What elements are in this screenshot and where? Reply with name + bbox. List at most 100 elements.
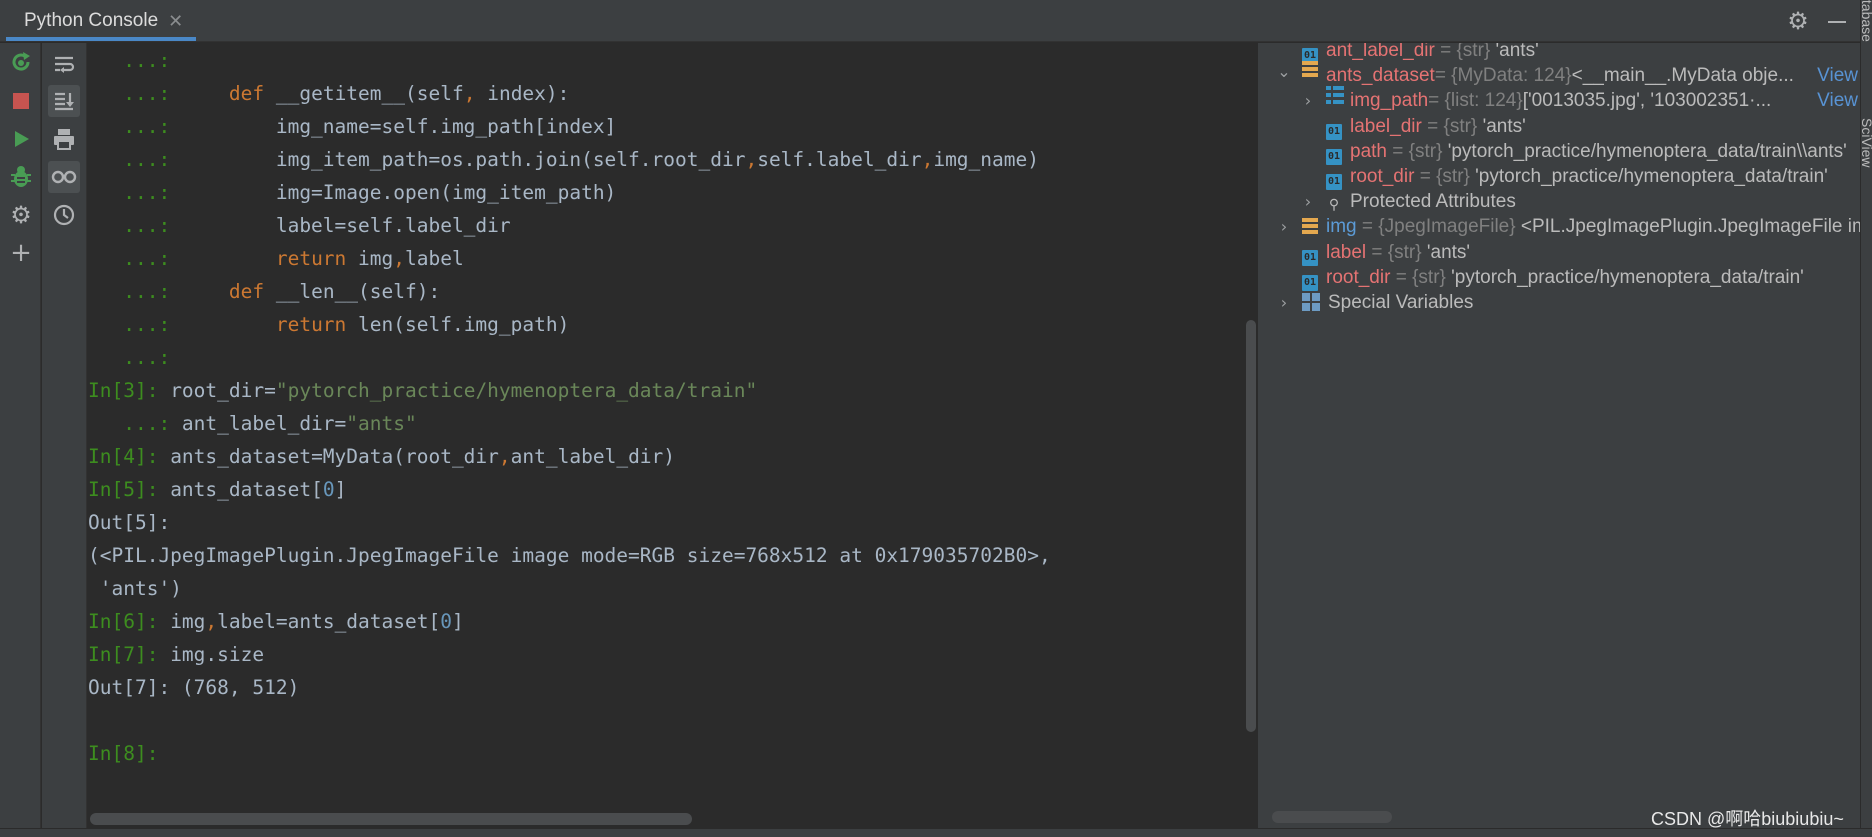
console-output-line: 'ants') — [88, 572, 182, 605]
code-token: ant_label_dir) — [510, 445, 676, 468]
code-token: , — [205, 610, 218, 633]
variable-type: = {JpegImageFile} — [1356, 216, 1521, 238]
console-prompt: In[8]: — [88, 742, 171, 765]
console-input-line: In[6]: img,label=ants_dataset[0] — [88, 605, 464, 638]
code-token: len(self.img_path) — [346, 313, 570, 336]
console-output-line: Out[7]: (768, 512) — [88, 671, 299, 704]
console-output-line: Out[5]: — [88, 506, 182, 539]
settings-icon[interactable]: ⚙ — [5, 199, 37, 231]
print-icon[interactable] — [48, 123, 80, 155]
variables-panel: 01 ant_label_dir = {str} 'ants' ⌄ ants_data… — [1270, 43, 1860, 828]
code-token: index): — [475, 82, 570, 105]
close-icon[interactable]: ✕ — [168, 11, 183, 32]
variable-name: root_dir — [1350, 166, 1415, 187]
console-prompt: ...: — [88, 280, 182, 303]
chevron-right-icon[interactable]: › — [1276, 288, 1292, 318]
tab-title: Python Console — [24, 10, 159, 31]
history-icon[interactable] — [48, 199, 80, 231]
code-token: self.label_dir — [757, 148, 922, 171]
list-type-icon — [1326, 86, 1344, 105]
code-token: __len__(self): — [264, 280, 441, 303]
console-continuation-line: ...: img_item_path=os.path.join(self.roo… — [88, 143, 1039, 176]
variable-name: label — [1326, 241, 1367, 263]
rerun-icon[interactable] — [5, 47, 37, 79]
console-prompt: ...: — [88, 82, 182, 105]
console-input-line: In[8]: — [88, 737, 170, 770]
console-continuation-line: ...: img_name=self.img_path[index] — [88, 110, 616, 143]
code-token: ] — [334, 478, 347, 501]
scroll-to-end-icon[interactable] — [48, 85, 80, 117]
variable-type: = {str} — [1421, 115, 1483, 137]
console-input-line: In[5]: ants_dataset[0] — [88, 473, 346, 506]
console-vertical-scrollbar[interactable] — [1246, 320, 1256, 732]
console-continuation-line: ...: — [88, 44, 182, 77]
right-tool-strip: Database SciView — [1859, 0, 1872, 837]
status-bar — [0, 828, 1872, 837]
code-token: img — [170, 610, 206, 633]
console-horizontal-scrollbar[interactable] — [90, 813, 692, 825]
chevron-right-icon[interactable]: › — [1276, 212, 1292, 242]
add-icon[interactable]: + — [5, 237, 37, 269]
code-token: label=ants_dataset[ — [217, 610, 441, 633]
var-special-variables[interactable]: Special Variables — [1302, 288, 1473, 318]
gear-icon[interactable]: ⚙ — [1783, 6, 1813, 36]
variable-name: label_dir — [1350, 115, 1422, 137]
code-token: Out[7]: (768, 512) — [88, 676, 300, 699]
console-prompt: ...: — [88, 214, 182, 237]
code-token: img=Image.open(img_item_path) — [181, 181, 617, 204]
variable-value: 'pytorch_practice/hymenoptera_data/train… — [1447, 140, 1847, 162]
code-token: , — [463, 82, 476, 105]
code-token: ] — [451, 610, 464, 633]
console-prompt: ...: — [88, 412, 182, 435]
panel-splitter[interactable] — [1258, 43, 1270, 828]
code-token: Out[5]: — [88, 511, 182, 534]
console-prompt: ...: — [88, 148, 182, 171]
tab-python-console[interactable]: Python Console ✕ — [6, 0, 197, 42]
stop-icon[interactable] — [5, 85, 37, 117]
variable-value: 'ants' — [1495, 43, 1539, 61]
variable-value: 'pytorch_practice/hymenoptera_data/train… — [1451, 266, 1804, 288]
view-link[interactable]: View — [1817, 86, 1858, 116]
debug-icon[interactable] — [5, 161, 37, 193]
code-token: def — [228, 82, 265, 105]
chevron-down-icon[interactable]: ⌄ — [1276, 61, 1292, 91]
minimize-icon[interactable] — [1822, 6, 1852, 36]
variables-horizontal-scrollbar[interactable] — [1272, 811, 1392, 823]
code-token: __getitem__(self — [264, 82, 464, 105]
chevron-right-icon[interactable]: › — [1300, 86, 1316, 116]
console-prompt: ...: — [88, 346, 182, 369]
database-tab[interactable]: Database — [1859, 0, 1872, 42]
variable-value: <PIL.JpegImagePlugin.JpegImageFile image… — [1520, 216, 1860, 238]
code-token: ants_dataset=MyData(root_dir — [170, 445, 499, 468]
console-prompt: In[6]: — [88, 610, 171, 633]
code-token: img.size — [170, 643, 265, 666]
console-continuation-line: ...: return len(self.img_path) — [88, 308, 569, 341]
console-continuation-line: ...: return img,label — [88, 242, 464, 275]
code-token: 0 — [322, 478, 335, 501]
code-token: img_item_path=os.path.join(self.root_dir — [181, 148, 746, 171]
code-token: return — [275, 247, 347, 270]
variable-name: root_dir — [1326, 266, 1391, 288]
console-continuation-line: ...: label=self.label_dir — [88, 209, 510, 242]
code-token: return — [275, 313, 347, 336]
code-token: root_dir= — [170, 379, 276, 402]
sciview-tab[interactable]: SciView — [1859, 118, 1872, 168]
variable-name: Special Variables — [1328, 292, 1474, 313]
execute-icon[interactable] — [5, 123, 37, 155]
tool-window-header: Python Console ✕ ⚙ — [0, 0, 1860, 42]
console-prompt: ...: — [88, 181, 182, 204]
variable-value: ['0013035.jpg', '103002351·... — [1522, 90, 1772, 112]
console-prompt: ...: — [88, 49, 182, 72]
console-prompt: In[7]: — [88, 643, 171, 666]
console-prompt: ...: — [88, 115, 182, 138]
console-output[interactable]: ...: ...: def __getitem__(self, index): … — [88, 43, 1244, 819]
soft-wrap-icon[interactable] — [48, 49, 80, 81]
console-input-line: In[4]: ants_dataset=MyData(root_dir,ant_… — [88, 440, 675, 473]
code-token: , — [921, 148, 934, 171]
console-input-line: In[7]: img.size — [88, 638, 264, 671]
show-variables-icon[interactable] — [48, 161, 80, 193]
object-type-icon — [1302, 61, 1318, 78]
console-view-toolbar — [42, 43, 87, 828]
